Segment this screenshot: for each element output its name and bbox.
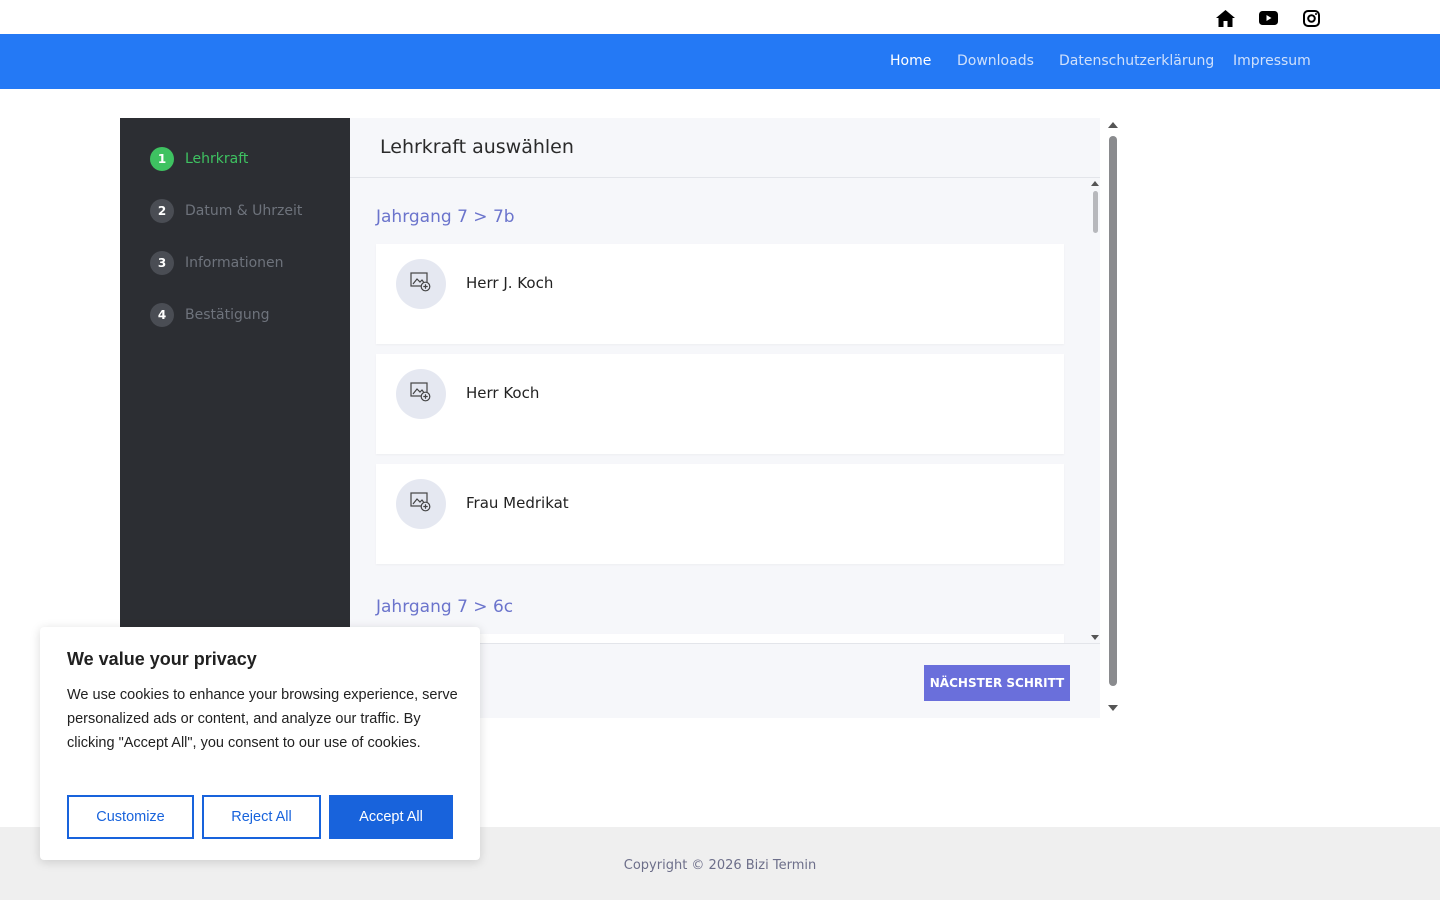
next-step-button[interactable]: NÄCHSTER SCHRITT [924,665,1070,701]
home-icon[interactable] [1215,8,1235,28]
step-informationen[interactable]: 3 Informationen [150,251,284,275]
cookie-title: We value your privacy [67,649,257,669]
top-bar [0,0,1440,34]
scroll-down-arrow[interactable] [1108,705,1118,711]
scroll-down-arrow[interactable] [1091,635,1099,640]
step-number: 1 [150,147,174,171]
step-number: 4 [150,303,174,327]
step-label: Lehrkraft [185,151,249,167]
teacher-name: Herr Koch [466,384,540,402]
teacher-list[interactable]: Jahrgang 7 > 7b Herr J. Koch Herr Koch F… [350,179,1100,643]
teacher-name: Frau Medrikat [466,494,569,512]
avatar [396,369,446,419]
cookie-text: We use cookies to enhance your browsing … [67,687,458,751]
image-placeholder-icon [410,271,432,297]
nav-home[interactable]: Home [890,53,931,69]
nav-impressum[interactable]: Impressum [1233,53,1311,69]
panel-header: Lehrkraft auswählen [350,118,1100,178]
panel-title: Lehrkraft auswählen [380,136,574,158]
step-label: Informationen [185,255,284,271]
avatar [396,259,446,309]
teacher-name: Herr J. Koch [466,274,554,292]
step-label: Bestätigung [185,307,270,323]
step-number: 2 [150,199,174,223]
image-placeholder-icon [410,381,432,407]
nav-datenschutz[interactable]: Datenschutzerklärung [1059,53,1214,69]
copyright-text: Copyright © 2026 Bizi Termin [623,858,817,873]
image-placeholder-icon [410,491,432,517]
step-number: 3 [150,251,174,275]
cookie-banner: We value your privacy We use cookies to … [40,627,480,860]
instagram-icon[interactable] [1301,8,1321,28]
reject-all-button[interactable]: Reject All [202,795,321,839]
step-datum[interactable]: 2 Datum & Uhrzeit [150,199,302,223]
customize-button[interactable]: Customize [67,795,194,839]
group-title: Jahrgang 7 > 6c [376,597,514,617]
avatar [396,479,446,529]
nav-downloads[interactable]: Downloads [957,53,1034,69]
scroll-up-arrow[interactable] [1091,181,1099,186]
teacher-card[interactable]: Herr J. Koch [376,244,1064,344]
accept-all-button[interactable]: Accept All [329,795,453,839]
step-bestaetigung[interactable]: 4 Bestätigung [150,303,269,327]
youtube-icon[interactable] [1258,8,1278,28]
widget-scrollbar[interactable] [1106,118,1120,718]
scroll-thumb[interactable] [1109,136,1117,686]
step-label: Datum & Uhrzeit [185,203,303,219]
list-scrollbar[interactable] [1090,179,1100,643]
scroll-thumb[interactable] [1093,191,1098,233]
teacher-card[interactable]: Frau Medrikat [376,464,1064,564]
group-title: Jahrgang 7 > 7b [376,207,515,227]
teacher-card[interactable]: Herr Koch [376,354,1064,454]
main-navbar: Home Downloads Datenschutzerklärung Impr… [0,34,1440,89]
step-lehrkraft[interactable]: 1 Lehrkraft [150,147,248,171]
scroll-up-arrow[interactable] [1108,122,1118,128]
